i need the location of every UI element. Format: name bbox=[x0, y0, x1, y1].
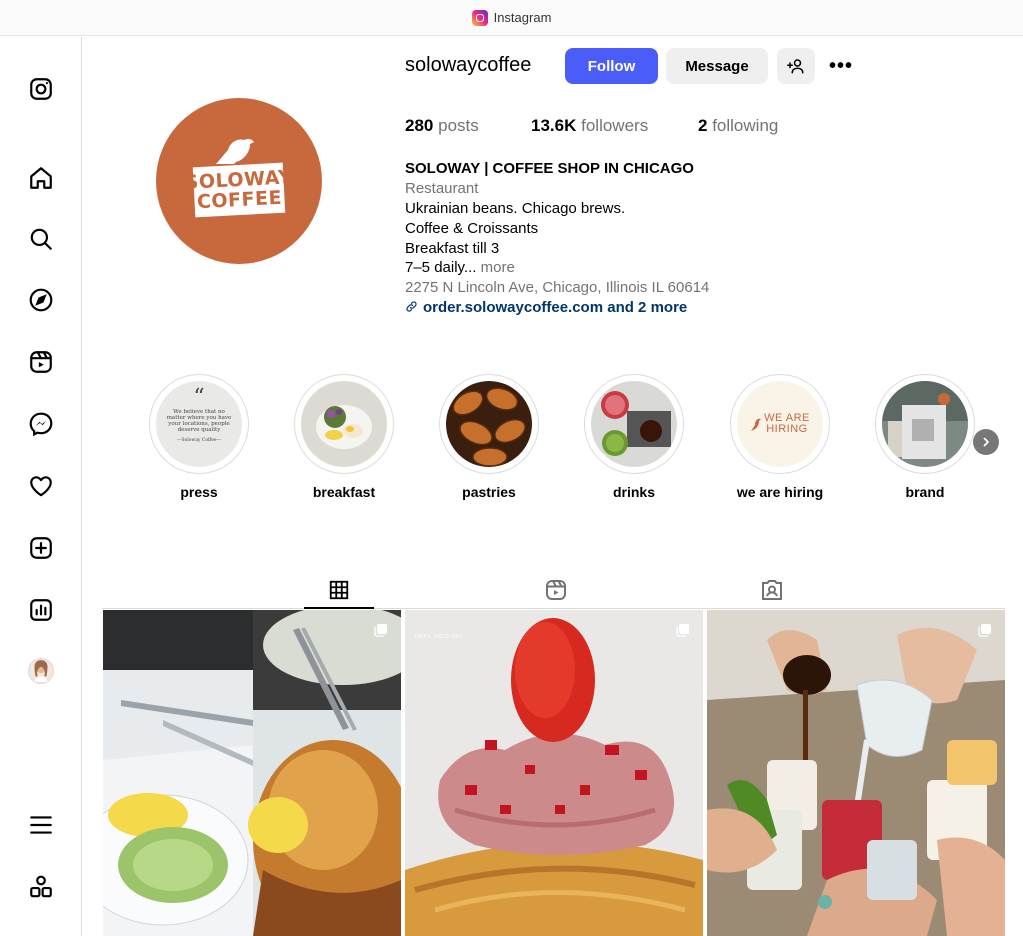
dashboard-icon[interactable] bbox=[26, 595, 56, 625]
bio-line-2: Coffee & Croissants bbox=[405, 220, 539, 237]
highlight-label: press bbox=[180, 484, 218, 500]
carousel-icon bbox=[978, 624, 991, 637]
highlight-breakfast-image bbox=[301, 381, 387, 467]
search-icon[interactable] bbox=[26, 224, 56, 254]
brand-logo: SOLOWAY COFFEE bbox=[184, 162, 293, 218]
highlight-breakfast[interactable]: breakfast bbox=[294, 374, 394, 500]
tab-reels[interactable] bbox=[521, 572, 591, 608]
instagram-icon[interactable] bbox=[26, 74, 56, 104]
window-title: Instagram bbox=[493, 10, 552, 25]
tagged-icon bbox=[762, 580, 782, 600]
posts-label: posts bbox=[438, 116, 479, 135]
reels-icon[interactable] bbox=[26, 347, 56, 377]
profile-picture[interactable]: SOLOWAY COFFEE bbox=[156, 98, 322, 264]
highlight-label: pastries bbox=[462, 484, 516, 500]
bio-line-3: Breakfast till 3 bbox=[405, 240, 500, 257]
tab-active-indicator bbox=[304, 607, 374, 609]
highlight-label: we are hiring bbox=[736, 484, 824, 500]
grid-icon bbox=[329, 580, 349, 600]
highlight-we-are-hiring[interactable]: WE ARE HIRING we are hiring bbox=[730, 374, 830, 500]
tab-posts[interactable] bbox=[304, 572, 374, 608]
message-button[interactable]: Message bbox=[666, 48, 768, 84]
home-icon[interactable] bbox=[26, 163, 56, 193]
following-label: following bbox=[712, 116, 779, 135]
profile-address[interactable]: 2275 N Lincoln Ave, Chicago, Illinois IL… bbox=[405, 279, 709, 296]
bird-logo-icon bbox=[751, 418, 762, 431]
post-image-croissant bbox=[103, 610, 401, 936]
following-count: 2 bbox=[698, 116, 708, 135]
highlight-drinks[interactable]: drinks bbox=[584, 374, 684, 500]
post-image-raspberry-pastry bbox=[405, 610, 703, 936]
post-image-drinks bbox=[707, 610, 1005, 936]
highlight-label: breakfast bbox=[312, 484, 376, 500]
link-icon bbox=[406, 301, 417, 312]
create-icon[interactable] bbox=[26, 533, 56, 563]
highlight-label: brand bbox=[905, 484, 945, 500]
press-quote-signature: —Soloway Coffee— bbox=[176, 438, 222, 443]
heart-icon[interactable] bbox=[26, 471, 56, 501]
highlight-label: drinks bbox=[612, 484, 655, 500]
profile-full-name: SOLOWAY | COFFEE SHOP IN CHICAGO bbox=[405, 160, 694, 177]
post-tile-3[interactable] bbox=[707, 610, 1005, 936]
highlight-brand-image bbox=[882, 381, 968, 467]
profile-link-text: order.solowaycoffee.com and 2 more bbox=[423, 299, 688, 316]
posts-stat: 280 posts bbox=[405, 116, 479, 136]
carousel-icon bbox=[374, 624, 387, 637]
followers-stat[interactable]: 13.6K followers bbox=[531, 116, 648, 136]
window-titlebar: Instagram bbox=[0, 0, 1023, 36]
profile-avatar[interactable] bbox=[26, 656, 56, 686]
tab-tagged[interactable] bbox=[737, 572, 807, 608]
explore-icon[interactable] bbox=[26, 285, 56, 315]
add-user-icon bbox=[787, 59, 804, 74]
apps-icon[interactable] bbox=[26, 872, 56, 902]
hiring-line-2: HIRING bbox=[766, 423, 808, 435]
highlight-brand[interactable]: brand bbox=[875, 374, 975, 500]
highlights-next-button[interactable] bbox=[973, 429, 999, 455]
post-caption-text: UNTIL SOLD OUT bbox=[415, 634, 464, 640]
highlight-press-image: “ We believe that no matter where you ha… bbox=[156, 381, 242, 467]
profile-category: Restaurant bbox=[405, 180, 479, 197]
menu-icon[interactable] bbox=[26, 810, 56, 840]
highlight-drinks-image bbox=[591, 381, 677, 467]
instagram-app-icon bbox=[471, 9, 488, 26]
highlight-pastries[interactable]: pastries bbox=[439, 374, 539, 500]
tabs-divider bbox=[102, 608, 1005, 609]
carousel-icon bbox=[676, 624, 689, 637]
followers-count: 13.6K bbox=[531, 116, 577, 135]
following-stat[interactable]: 2 following bbox=[698, 116, 778, 136]
profile-link[interactable]: order.solowaycoffee.com and 2 more bbox=[405, 299, 687, 316]
reels-tab-icon bbox=[546, 580, 566, 600]
bio-line-4-text: 7–5 daily... bbox=[405, 259, 477, 276]
highlight-pastries-image bbox=[446, 381, 532, 467]
follow-button[interactable]: Follow bbox=[565, 48, 658, 84]
messenger-icon[interactable] bbox=[26, 409, 56, 439]
chevron-right-icon bbox=[983, 437, 989, 447]
post-tile-2[interactable]: UNTIL SOLD OUT bbox=[405, 610, 703, 936]
bio-line-4: 7–5 daily... more bbox=[405, 259, 515, 276]
suggested-users-button[interactable] bbox=[777, 48, 815, 84]
posts-count: 280 bbox=[405, 116, 434, 135]
press-quote-mark: “ bbox=[193, 385, 205, 410]
profile-username: solowaycoffee bbox=[405, 54, 532, 76]
followers-label: followers bbox=[581, 116, 649, 135]
press-quote-text: We believe that no matter where you have… bbox=[166, 409, 232, 433]
highlight-hiring-image: WE ARE HIRING bbox=[737, 381, 823, 467]
bio-more-link[interactable]: more bbox=[481, 259, 515, 276]
highlight-press[interactable]: “ We believe that no matter where you ha… bbox=[149, 374, 249, 500]
bio-line-1: Ukrainian beans. Chicago brews. bbox=[405, 200, 626, 217]
post-tile-1[interactable] bbox=[103, 610, 401, 936]
bird-logo-icon bbox=[216, 138, 254, 164]
side-navigation bbox=[0, 37, 82, 936]
logo-text-line2: COFFEE bbox=[196, 186, 283, 214]
more-options-button[interactable]: ••• bbox=[826, 48, 856, 84]
